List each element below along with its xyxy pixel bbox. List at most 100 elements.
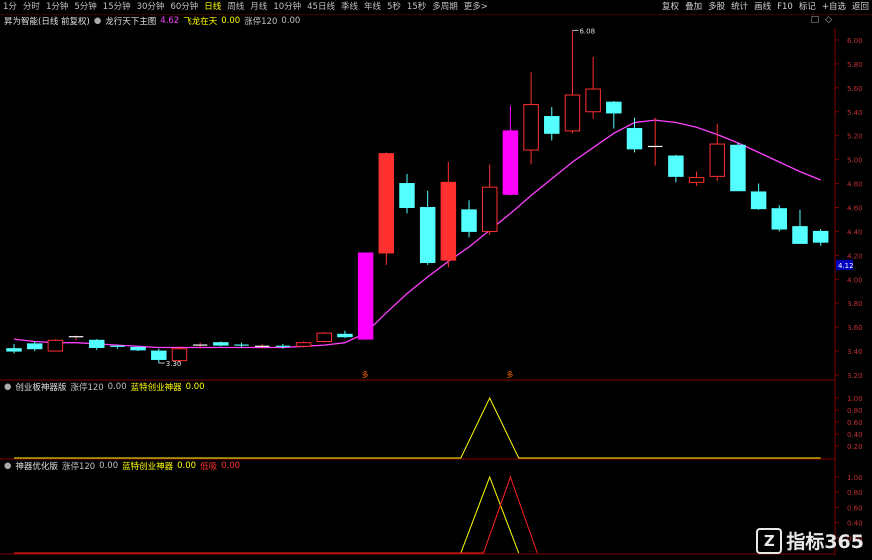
candle bbox=[750, 183, 767, 210]
candle-body bbox=[26, 343, 43, 350]
signal-label: 多 bbox=[362, 370, 369, 379]
high-price-label: 6.08 bbox=[579, 27, 595, 35]
price-tick-label: 4.60 bbox=[847, 204, 863, 212]
candle-body bbox=[481, 186, 498, 232]
candle bbox=[337, 330, 353, 338]
candle bbox=[606, 100, 622, 129]
candle-body bbox=[730, 144, 746, 192]
candle bbox=[419, 190, 436, 265]
sub1-tick-label: 0.80 bbox=[847, 407, 863, 415]
candle bbox=[130, 346, 146, 352]
candle bbox=[440, 162, 457, 268]
candle bbox=[47, 339, 64, 352]
signal-label: 多 bbox=[506, 370, 513, 379]
price-tick-label: 4.80 bbox=[847, 181, 863, 189]
candle-body bbox=[792, 226, 808, 244]
sub2-settings-icon[interactable]: ● bbox=[4, 461, 11, 471]
candle bbox=[6, 343, 22, 354]
price-tick-label: 3.40 bbox=[847, 348, 863, 356]
sub1-line-label: 蓝特创业神器 bbox=[130, 383, 182, 393]
candle bbox=[68, 335, 84, 341]
candle-body bbox=[606, 101, 622, 114]
candle-body bbox=[812, 230, 829, 243]
price-tick-label: 5.20 bbox=[847, 133, 863, 141]
candle-body bbox=[440, 181, 457, 261]
candle bbox=[523, 72, 539, 165]
sub1-name[interactable]: 创业板神器版 bbox=[15, 381, 66, 393]
candle-body bbox=[295, 342, 312, 347]
sub1-tick-label: 0.60 bbox=[847, 419, 863, 427]
candle bbox=[626, 117, 643, 153]
candle bbox=[544, 106, 560, 141]
candle bbox=[357, 252, 374, 340]
sub1-tick-label: 0.40 bbox=[847, 431, 863, 439]
logo-mark-icon: Z bbox=[756, 527, 783, 554]
candle-body bbox=[378, 153, 395, 254]
candle-body bbox=[585, 88, 601, 113]
sub-panel-1-title: ● 创业板神器版 涨停120 0.00 蓝特创业神器 0.00 bbox=[4, 381, 209, 393]
price-tick-label: 6.00 bbox=[847, 37, 863, 45]
candle bbox=[26, 341, 43, 352]
candle bbox=[585, 56, 601, 119]
candle-body bbox=[316, 332, 332, 342]
price-tick-label: 3.80 bbox=[847, 300, 863, 308]
sub2-name[interactable]: 神器优化版 bbox=[15, 460, 58, 472]
candle-body bbox=[750, 191, 767, 210]
chart-canvas: 6.00 5.80 5.60 5.40 5.20 5.00 4.80 4.60 4.40 4.20… bbox=[0, 27, 863, 555]
price-tick-label: 5.60 bbox=[847, 85, 863, 93]
sub2-line-value: 0.00 bbox=[177, 461, 197, 471]
sub2-tick-label: 0.60 bbox=[847, 504, 863, 512]
candle bbox=[812, 229, 829, 246]
candle-body bbox=[688, 177, 705, 183]
sub2-line-label: 蓝特创业神器 bbox=[122, 462, 174, 472]
candle-body bbox=[461, 209, 477, 232]
sub1-settings-icon[interactable]: ● bbox=[4, 382, 11, 392]
candle-body bbox=[771, 208, 788, 230]
candle-body bbox=[502, 130, 519, 195]
candle bbox=[316, 331, 332, 343]
price-tick-label: 4.40 bbox=[847, 228, 863, 236]
sub1-line-value: 0.00 bbox=[185, 382, 205, 392]
candle-body bbox=[523, 104, 539, 151]
candle bbox=[399, 173, 415, 214]
candle-body bbox=[47, 339, 64, 352]
sub1-tick-label: 0.20 bbox=[847, 443, 863, 451]
candle-body bbox=[399, 183, 415, 208]
candle-body bbox=[709, 143, 725, 177]
candle-body bbox=[88, 339, 105, 348]
zhibiao365-logo: Z 指标365 bbox=[756, 527, 864, 554]
candle-body bbox=[171, 348, 188, 362]
price-tick-label: 3.20 bbox=[847, 372, 863, 380]
candle bbox=[213, 341, 229, 347]
candle-body bbox=[6, 348, 22, 352]
sub1-signal-line bbox=[14, 396, 821, 459]
price-tick-label: 3.60 bbox=[847, 324, 863, 332]
candle bbox=[151, 348, 167, 364]
sub2-dip-label: 低吸 bbox=[200, 462, 218, 472]
sub2-signal-line-yellow bbox=[14, 475, 520, 554]
candle bbox=[688, 171, 705, 186]
sub2-param-value: 0.00 bbox=[99, 461, 119, 471]
sub2-tick-label: 1.00 bbox=[847, 474, 863, 482]
price-tick-label: 4.20 bbox=[847, 252, 863, 260]
sub2-param-label: 涨停120 bbox=[61, 462, 96, 472]
candle bbox=[771, 205, 788, 232]
sub2-dip-value: 0.00 bbox=[221, 461, 241, 471]
candle-body bbox=[419, 206, 436, 264]
candle-body bbox=[357, 252, 374, 340]
candle bbox=[647, 117, 663, 166]
candle bbox=[564, 30, 581, 134]
candle bbox=[502, 105, 519, 196]
sub2-signal-line-red bbox=[14, 475, 538, 554]
price-tick-label: 5.00 bbox=[847, 157, 863, 165]
candle-body bbox=[564, 94, 581, 132]
candle-body bbox=[213, 342, 229, 346]
candle-body bbox=[626, 128, 643, 150]
candle-body bbox=[151, 350, 167, 360]
candle-body bbox=[130, 346, 146, 351]
candle bbox=[234, 342, 249, 348]
current-price-label: 4.12 bbox=[838, 262, 854, 270]
candle bbox=[481, 164, 498, 236]
ma-line bbox=[13, 119, 821, 349]
candle-body bbox=[668, 155, 684, 177]
